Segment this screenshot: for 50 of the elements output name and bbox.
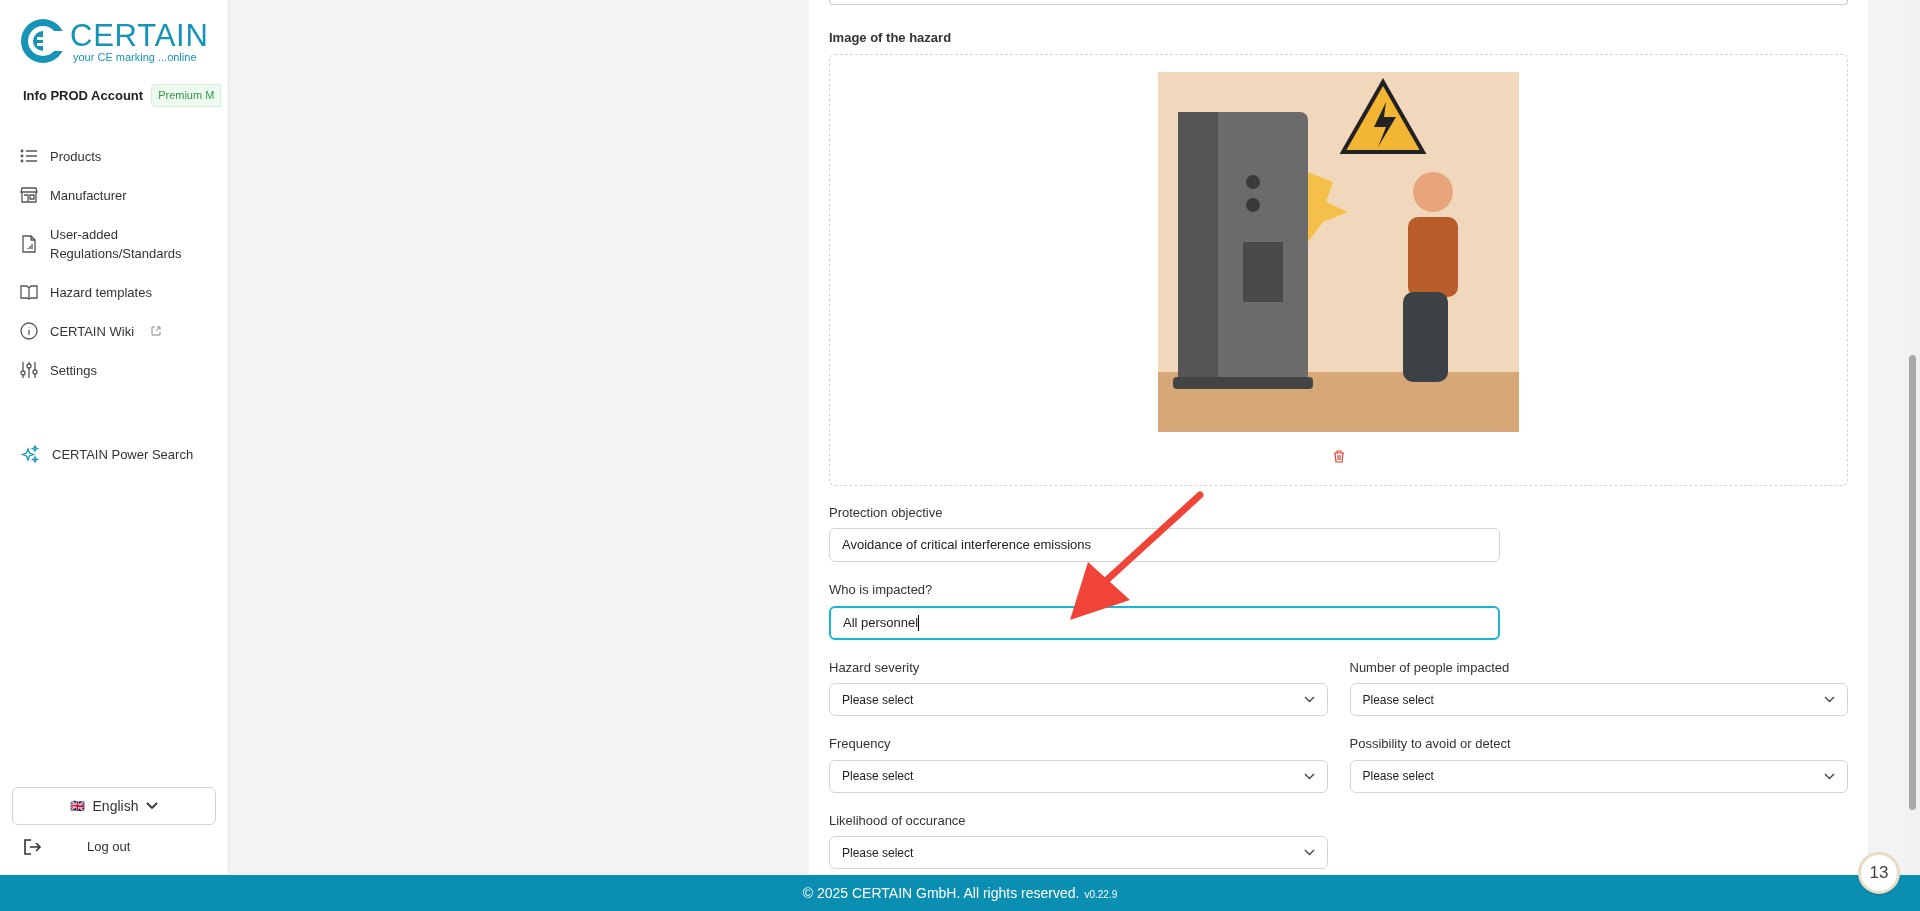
chevron-down-icon [1303, 849, 1315, 856]
sidebar-item[interactable]: Products [0, 136, 228, 176]
field-label: Possibility to avoid or detect [1349, 735, 1512, 753]
book-icon [20, 283, 38, 301]
logo-tagline: your CE marking ...online [72, 51, 198, 63]
select-field[interactable]: Please select [829, 759, 1328, 793]
field-label: Hazard severity [829, 658, 921, 677]
field-label: Likelihood of occurance [829, 811, 967, 830]
external-link-icon [151, 326, 162, 336]
logo-name: CERTAIN [70, 19, 209, 51]
field-label: Number of people impacted [1349, 658, 1511, 677]
logout-link[interactable]: Log out [87, 837, 131, 857]
sidebar-item[interactable]: CERTAIN Power Search [0, 434, 228, 474]
sparkles-icon [20, 445, 40, 464]
plan-tag: Premium M [151, 84, 222, 107]
logout-icon [22, 838, 42, 856]
text-field[interactable]: All personnel [829, 605, 1500, 640]
sidebar-item[interactable]: Hazard templates [0, 272, 228, 312]
select-field[interactable]: Please select [1349, 683, 1848, 716]
image-dropzone[interactable] [829, 53, 1848, 486]
info-icon [20, 322, 38, 340]
select-field[interactable]: Please select [829, 836, 1328, 869]
sliders-icon [20, 361, 38, 379]
storefront-icon [20, 186, 38, 204]
chevron-down-icon [1303, 772, 1315, 780]
field-label: Frequency [829, 735, 892, 753]
logo-icon [20, 18, 66, 64]
sidebar-item[interactable]: User-added Regulations/Standards [0, 214, 228, 273]
sidebar-item[interactable]: Manufacturer [0, 175, 228, 215]
field-label: Who is impacted? [829, 581, 934, 599]
select-field[interactable]: Please select [1349, 759, 1848, 793]
account-name: Info PROD Account [23, 86, 144, 105]
flag-icon: 🇬🇧 [69, 797, 85, 815]
field-label: Protection objective [829, 503, 944, 522]
chevron-down-icon [1824, 772, 1835, 780]
sidebar-item[interactable]: CERTAIN Wiki [0, 311, 228, 351]
version-text: v0.22.9 [1084, 887, 1118, 902]
field-label: Image of the hazard [829, 29, 953, 47]
text-field[interactable]: Avoidance of critical interference emissions [829, 528, 1500, 562]
select-field[interactable]: Please select [829, 683, 1328, 716]
delete-icon[interactable] [1332, 449, 1345, 463]
language-select[interactable]: 🇬🇧 English [12, 787, 216, 825]
copyright-text: © 2025 CERTAIN GmbH. All rights reserved. [802, 883, 1080, 903]
list-icon [20, 147, 38, 165]
textarea-field[interactable] [829, 0, 1848, 5]
sidebar-item[interactable]: Settings [0, 350, 228, 390]
chevron-down-icon [1824, 696, 1835, 703]
chevron-down-icon [1303, 696, 1315, 703]
document-chart-icon [20, 234, 38, 253]
chevron-down-icon [146, 802, 159, 810]
